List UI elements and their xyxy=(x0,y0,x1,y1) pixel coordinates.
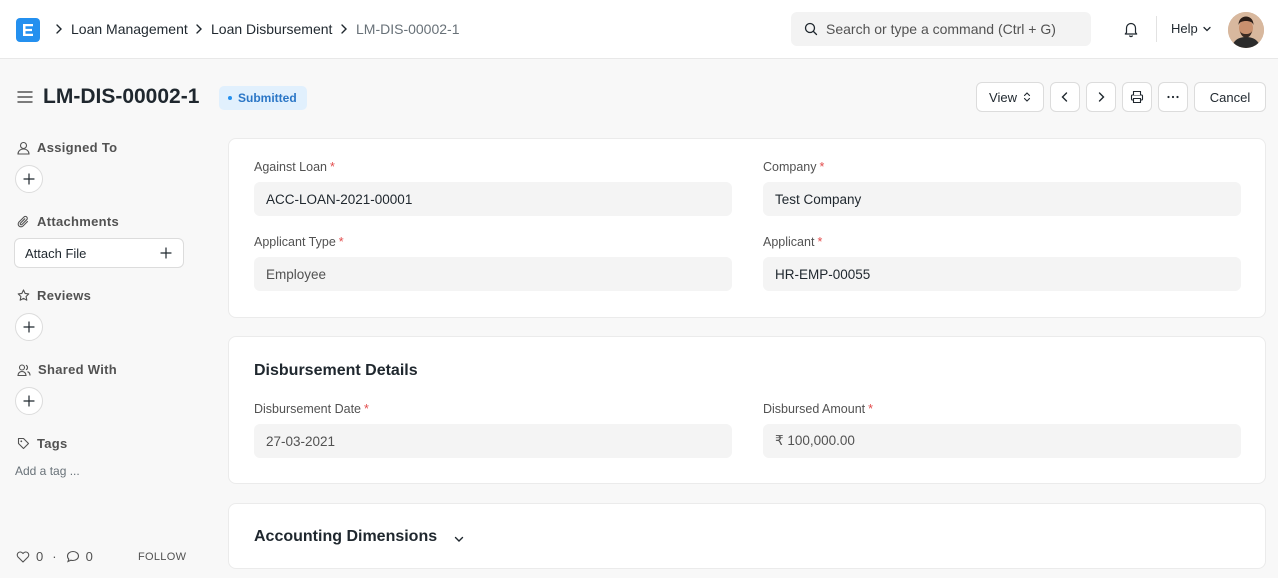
attach-file-button[interactable]: Attach File xyxy=(14,238,184,268)
shared-with-heading: Shared With xyxy=(17,362,117,377)
loan-info-card: Against Loan * ACC-LOAN-2021-00001 Compan… xyxy=(228,138,1266,318)
chevron-down-icon[interactable] xyxy=(453,533,465,545)
chevron-right-icon xyxy=(196,24,202,34)
navbar-divider xyxy=(1156,16,1157,42)
disbursement-date-field[interactable]: 27-03-2021 xyxy=(254,424,732,458)
page-title: LM-DIS-00002-1 xyxy=(43,85,200,108)
status-dot-icon xyxy=(228,96,232,100)
reviews-label: Reviews xyxy=(37,288,92,303)
against-loan-label: Against Loan * xyxy=(254,160,335,174)
chevron-right-icon xyxy=(1098,92,1105,102)
navbar: Loan Management Loan Disbursement LM-DIS… xyxy=(0,0,1278,59)
against-loan-field[interactable]: ACC-LOAN-2021-00001 xyxy=(254,182,732,216)
follow-button[interactable]: FOLLOW xyxy=(138,551,186,563)
add-tag-link[interactable]: Add a tag ... xyxy=(15,464,80,478)
comment-icon[interactable] xyxy=(66,550,80,563)
separator-dot: · xyxy=(52,549,57,564)
add-share-button[interactable] xyxy=(15,387,43,415)
accounting-dimensions-card[interactable]: Accounting Dimensions xyxy=(228,503,1266,569)
shared-with-label: Shared With xyxy=(38,362,118,377)
assigned-to-label: Assigned To xyxy=(37,140,118,155)
disbursement-section-title[interactable]: Disbursement Details xyxy=(254,362,418,380)
plus-icon xyxy=(23,173,35,185)
users-icon xyxy=(17,363,31,376)
breadcrumb-loan-disbursement[interactable]: Loan Disbursement xyxy=(211,20,332,38)
print-button[interactable] xyxy=(1122,82,1152,112)
disbursed-amount-field[interactable]: ₹ 100,000.00 xyxy=(763,424,1241,458)
accounting-section-title[interactable]: Accounting Dimensions xyxy=(254,528,437,546)
reviews-heading: Reviews xyxy=(17,288,91,303)
chevron-left-icon xyxy=(1061,92,1068,102)
disbursed-amount-label: Disbursed Amount * xyxy=(763,402,874,416)
plus-icon xyxy=(160,247,172,259)
applicant-type-label: Applicant Type * xyxy=(254,235,344,249)
star-icon xyxy=(17,289,30,301)
company-field[interactable]: Test Company xyxy=(763,182,1241,216)
next-doc-button[interactable] xyxy=(1086,82,1116,112)
paperclip-icon xyxy=(17,215,29,227)
more-actions-button[interactable] xyxy=(1158,82,1188,112)
assigned-to-heading: Assigned To xyxy=(17,140,117,155)
search-icon xyxy=(804,22,818,36)
applicant-label: Applicant * xyxy=(763,235,823,249)
chevron-right-icon xyxy=(56,24,62,34)
applicant-type-field[interactable]: Employee xyxy=(254,257,732,291)
applicant-field[interactable]: HR-EMP-00055 xyxy=(763,257,1241,291)
view-label: View xyxy=(989,89,1017,105)
attachments-label: Attachments xyxy=(37,214,120,229)
add-assignee-button[interactable] xyxy=(15,165,43,193)
status-label: Submitted xyxy=(238,91,297,105)
chevron-right-icon xyxy=(341,24,347,34)
disbursement-details-card: Disbursement Details Disbursement Date * … xyxy=(228,336,1266,484)
plus-icon xyxy=(23,395,35,407)
notification-bell-icon[interactable] xyxy=(1122,20,1140,38)
likes-count: 0 xyxy=(36,549,44,564)
comments-count: 0 xyxy=(85,549,93,564)
sidebar-toggle-icon[interactable] xyxy=(17,90,33,104)
cancel-button[interactable]: Cancel xyxy=(1194,82,1266,112)
previous-doc-button[interactable] xyxy=(1050,82,1080,112)
add-review-button[interactable] xyxy=(15,313,43,341)
likes-comments: 0 · 0 xyxy=(16,549,93,564)
tags-heading: Tags xyxy=(17,436,68,451)
view-button[interactable]: View xyxy=(976,82,1044,112)
status-badge: Submitted xyxy=(219,86,307,110)
attach-file-label: Attach File xyxy=(25,246,87,261)
company-label: Company * xyxy=(763,160,825,174)
breadcrumb-current: LM-DIS-00002-1 xyxy=(356,21,460,37)
breadcrumb-loan-management[interactable]: Loan Management xyxy=(71,20,188,38)
help-dropdown[interactable]: Help xyxy=(1171,21,1212,36)
tags-label: Tags xyxy=(37,436,68,451)
search-bar[interactable]: Search or type a command (Ctrl + G) xyxy=(791,12,1091,46)
search-input[interactable]: Search or type a command (Ctrl + G) xyxy=(826,21,1056,37)
app-logo-icon[interactable] xyxy=(16,18,40,42)
chevron-down-icon xyxy=(1203,26,1211,31)
disbursement-date-label: Disbursement Date * xyxy=(254,402,369,416)
plus-icon xyxy=(23,321,35,333)
tag-icon xyxy=(17,437,30,450)
user-icon xyxy=(17,141,30,155)
sort-icon xyxy=(1023,92,1031,102)
ellipsis-icon xyxy=(1167,95,1179,99)
heart-icon[interactable] xyxy=(16,550,30,563)
printer-icon xyxy=(1130,90,1144,104)
help-label: Help xyxy=(1171,21,1198,36)
attachments-heading: Attachments xyxy=(17,214,119,229)
user-avatar[interactable] xyxy=(1228,12,1264,48)
